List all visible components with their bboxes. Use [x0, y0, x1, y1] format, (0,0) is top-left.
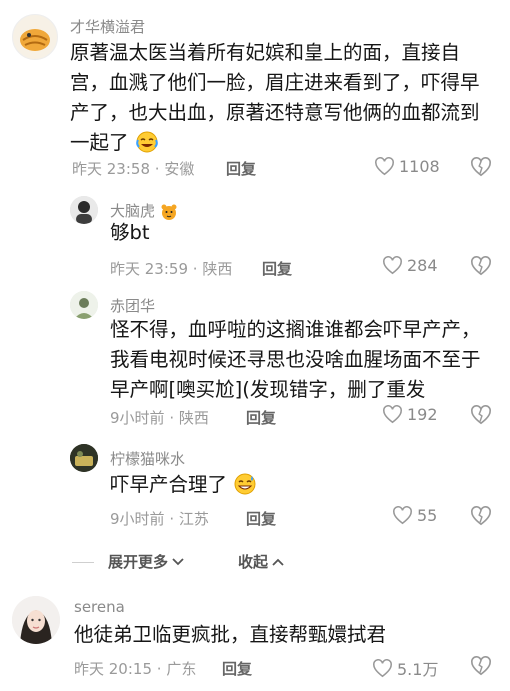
broken-heart-icon	[471, 157, 491, 177]
comment-text-content: 原著温太医当着所有妃嫔和皇上的面，直接自宫，血溅了他们一脸，眉庄进来看到了，吓得…	[70, 41, 480, 154]
reply-text: 够bt	[110, 221, 150, 244]
reply-location: 陕西	[178, 409, 209, 427]
like-button[interactable]: 284	[382, 256, 438, 275]
reply-button[interactable]: 回复	[226, 158, 256, 179]
meta-separator: ·	[169, 510, 175, 528]
collapse-label: 收起	[238, 553, 269, 571]
reply-button[interactable]: 回复	[246, 508, 276, 529]
dislike-button[interactable]	[470, 656, 492, 678]
comment-2: serena 他徒弟卫临更疯批，直接帮甄嬛拭君 昨天 20:15 · 广东 回复…	[0, 590, 510, 691]
chevron-up-icon	[272, 558, 284, 566]
comment-location: 广东	[166, 660, 197, 678]
avatar[interactable]	[70, 444, 98, 472]
reply-time: 9小时前	[110, 409, 165, 427]
avatar[interactable]	[70, 196, 98, 224]
avatar[interactable]	[70, 291, 98, 319]
meta-separator: ·	[192, 260, 198, 278]
comment-meta: 昨天 23:58 · 安徽	[72, 158, 194, 179]
heart-outline-icon	[375, 157, 394, 176]
reply-text: 怪不得，血呼啦的这搁谁谁都会吓早产产，我看电视时候还寻思也没啥血腥场面不至于早产…	[110, 318, 481, 401]
broken-heart-icon	[471, 656, 491, 676]
broken-heart-icon	[471, 405, 491, 425]
comment-text: 原著温太医当着所有妃嫔和皇上的面，直接自宫，血溅了他们一脸，眉庄进来看到了，吓得…	[70, 38, 480, 162]
reply-button[interactable]: 回复	[246, 407, 276, 428]
like-count: 284	[407, 256, 438, 275]
reply-meta: 9小时前 · 陕西	[110, 407, 209, 428]
reply-meta: 昨天 23:59 · 陕西	[110, 258, 232, 279]
meta-separator: ·	[154, 160, 160, 178]
comment-location: 安徽	[164, 160, 195, 178]
like-button[interactable]: 55	[392, 506, 437, 525]
heart-outline-icon	[383, 256, 402, 275]
comment-time: 昨天 23:58	[72, 160, 150, 178]
reply-button[interactable]: 回复	[222, 658, 252, 679]
comment-meta: 昨天 20:15 · 广东	[74, 658, 196, 679]
collapse-button[interactable]: 收起	[238, 551, 285, 572]
reply-location: 江苏	[178, 510, 209, 528]
like-count: 1108	[399, 157, 440, 176]
reply-button[interactable]: 回复	[262, 258, 292, 279]
like-button[interactable]: 5.1万	[372, 656, 438, 680]
like-count: 192	[407, 405, 438, 424]
heart-outline-icon	[383, 405, 402, 424]
comment-username[interactable]: serena	[74, 598, 125, 616]
reply-username[interactable]: 赤团华	[110, 295, 155, 316]
reply-meta: 9小时前 · 江苏	[110, 508, 209, 529]
reply-1: 大脑虎 够bt 昨天 23:59 · 陕西 回复 284	[0, 190, 510, 285]
reply-3: 柠檬猫咪水 吓早产合理了 9小时前 · 江苏 回复 55	[0, 440, 510, 540]
heart-outline-icon	[393, 506, 412, 525]
chevron-down-icon	[172, 557, 184, 565]
reply-time: 昨天 23:59	[110, 260, 188, 278]
reply-2: 赤团华 怪不得，血呼啦的这搁谁谁都会吓早产产，我看电视时候还寻思也没啥血腥场面不…	[0, 285, 510, 440]
reply-text-content: 吓早产合理了	[110, 473, 228, 496]
thread-divider	[72, 562, 94, 563]
broken-heart-icon	[471, 256, 491, 276]
sweat-smile-emoji	[233, 473, 257, 504]
avatar[interactable]	[12, 14, 58, 60]
reply-location: 陕西	[202, 260, 233, 278]
heart-outline-icon	[373, 658, 392, 677]
comment-username[interactable]: 才华横溢君	[70, 16, 145, 37]
like-count: 5.1万	[397, 660, 439, 679]
comment-text: 他徒弟卫临更疯批，直接帮甄嬛拭君	[74, 623, 387, 646]
comment-1: 才华横溢君 原著温太医当着所有妃嫔和皇上的面，直接自宫，血溅了他们一脸，眉庄进来…	[0, 0, 510, 190]
reply-username[interactable]: 柠檬猫咪水	[110, 448, 185, 469]
meta-separator: ·	[156, 660, 162, 678]
meta-separator: ·	[169, 409, 175, 427]
dislike-button[interactable]	[470, 256, 492, 278]
expand-more-label: 展开更多	[108, 553, 169, 571]
broken-heart-icon	[471, 506, 491, 526]
dislike-button[interactable]	[470, 506, 492, 528]
like-button[interactable]: 192	[382, 405, 438, 424]
comment-time: 昨天 20:15	[74, 660, 152, 678]
reply-time: 9小时前	[110, 510, 165, 528]
reply-text: 吓早产合理了	[110, 470, 470, 504]
like-button[interactable]: 1108	[374, 157, 440, 176]
avatar[interactable]	[12, 596, 60, 644]
dislike-button[interactable]	[470, 157, 492, 179]
expand-more-button[interactable]: 展开更多	[108, 551, 185, 572]
like-count: 55	[417, 506, 438, 525]
dislike-button[interactable]	[470, 405, 492, 427]
